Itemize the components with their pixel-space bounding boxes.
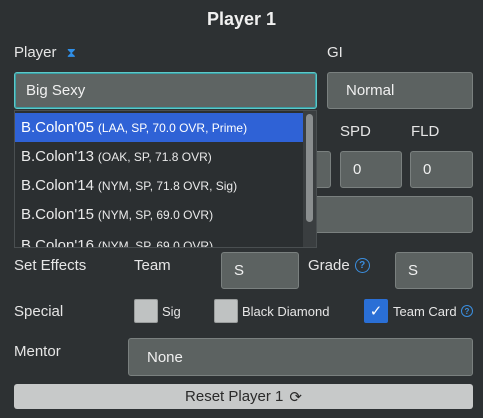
set-effects-label: Set Effects: [14, 257, 87, 274]
option-name: B.Colon'14: [21, 177, 94, 194]
option-detail: (OAK, SP, 71.8 OVR): [97, 149, 212, 164]
option-detail: (NYM, SP, 69.0 OVR): [97, 207, 214, 222]
reset-label: Reset Player 1: [185, 388, 284, 405]
option-name: B.Colon'13: [21, 148, 94, 165]
spd-input[interactable]: 0: [340, 151, 402, 188]
grade-label-row: Grade ?: [308, 257, 370, 274]
panel-title: Player 1: [206, 9, 277, 29]
sig-label: Sig: [162, 304, 181, 319]
dropdown-option[interactable]: B.Colon'15 (NYM, SP, 69.0 OVR): [15, 200, 304, 229]
gi-label: GI: [327, 44, 343, 61]
dropdown-scrollbar[interactable]: [303, 111, 316, 247]
team-card-help-icon[interactable]: ?: [461, 305, 473, 317]
player-input-value: Big Sexy: [26, 82, 86, 99]
spd-value: 0: [353, 161, 362, 178]
fld-value: 0: [423, 161, 432, 178]
sig-checkbox[interactable]: [134, 299, 158, 323]
black-diamond-checkbox[interactable]: [214, 299, 238, 323]
dropdown-option[interactable]: B.Colon'13 (OAK, SP, 71.8 OVR): [15, 142, 304, 171]
dropdown-scroll-thumb[interactable]: [306, 114, 313, 222]
mentor-value: None: [147, 348, 183, 366]
gi-select[interactable]: Normal: [327, 72, 473, 109]
team-card-label: Team Card: [393, 304, 457, 319]
grade-value: S: [408, 262, 419, 279]
mentor-select[interactable]: None: [128, 338, 473, 376]
option-name: B.Colon'15: [21, 206, 94, 223]
reset-player-button[interactable]: Reset Player 1 ⟳: [14, 384, 473, 409]
black-diamond-label: Black Diamond: [242, 304, 330, 319]
option-detail: (NYM, SP, 69.0 OVR): [97, 238, 214, 248]
refresh-icon: ⟳: [289, 388, 302, 406]
gi-select-value: Normal: [346, 82, 395, 99]
team-card-checkbox[interactable]: ✓: [364, 299, 388, 323]
team-value: S: [234, 262, 245, 279]
option-name: B.Colon'16: [21, 237, 94, 248]
dropdown-option[interactable]: B.Colon'16 (NYM, SP, 69.0 OVR): [15, 231, 304, 248]
mentor-label: Mentor: [14, 343, 61, 360]
player-search-input[interactable]: Big Sexy: [14, 72, 317, 109]
hourglass-icon: ⧗: [66, 45, 76, 60]
team-select[interactable]: S: [221, 252, 299, 289]
grade-select[interactable]: S: [395, 252, 473, 289]
grade-label: Grade: [308, 257, 350, 274]
player-label: Player: [14, 44, 57, 61]
option-name: B.Colon'05: [21, 119, 94, 136]
grade-help-icon[interactable]: ?: [354, 258, 370, 273]
player-label-row: Player ⧗: [14, 44, 76, 61]
dropdown-option[interactable]: B.Colon'05 (LAA, SP, 70.0 OVR, Prime): [15, 113, 304, 142]
checkmark-icon: ✓: [369, 303, 383, 320]
option-detail: (NYM, SP, 71.8 OVR, Sig): [97, 178, 238, 193]
team-label: Team: [134, 257, 171, 274]
option-detail: (LAA, SP, 70.0 OVR, Prime): [97, 120, 248, 135]
dropdown-option[interactable]: B.Colon'14 (NYM, SP, 71.8 OVR, Sig): [15, 171, 304, 200]
wide-field-partial[interactable]: [300, 196, 473, 233]
fld-input[interactable]: 0: [410, 151, 473, 188]
player-dropdown-list[interactable]: B.Colon'05 (LAA, SP, 70.0 OVR, Prime) B.…: [14, 110, 317, 248]
special-label: Special: [14, 303, 64, 320]
spd-label: SPD: [340, 123, 371, 140]
fld-label: FLD: [411, 123, 440, 140]
